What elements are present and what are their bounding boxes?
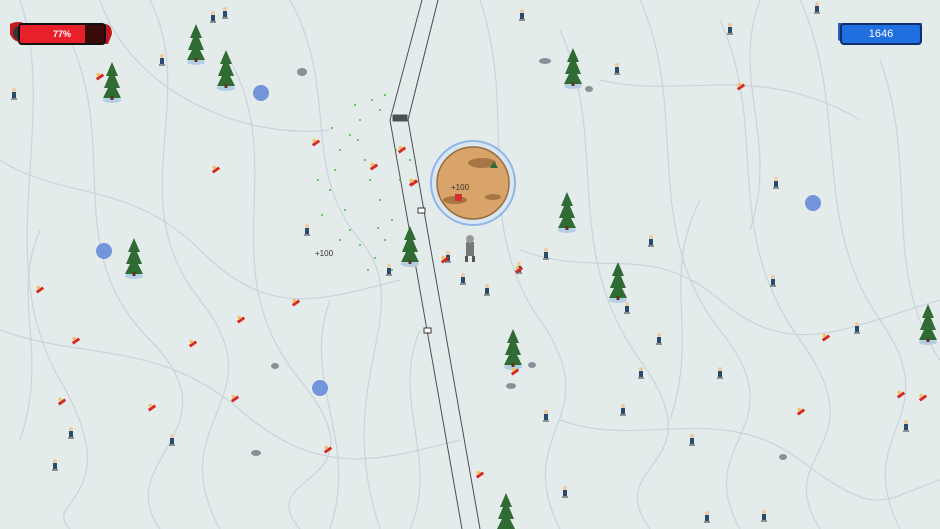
health-bar: 77% <box>8 20 114 46</box>
score-bar: 1646 <box>840 23 922 45</box>
health-percent-label: 77% <box>52 29 71 39</box>
red-crate <box>455 194 462 201</box>
points-popup: +100 <box>315 249 334 258</box>
dirt-island <box>430 140 516 226</box>
ice-patch <box>312 380 328 396</box>
health-bar-track: 77% <box>18 23 106 45</box>
score-value: 1646 <box>868 28 894 40</box>
ice-patch <box>96 243 112 259</box>
points-popup: +100 <box>451 183 470 192</box>
lift-pylon <box>392 114 408 122</box>
snow-background <box>0 0 940 529</box>
ski-slope-field: +100 +100 <box>0 0 940 529</box>
ice-patch <box>805 195 821 211</box>
ice-patch <box>253 85 269 101</box>
score-counter: 1646 <box>836 20 924 46</box>
game-viewport: +100 +100 77% 1646 <box>0 0 940 529</box>
